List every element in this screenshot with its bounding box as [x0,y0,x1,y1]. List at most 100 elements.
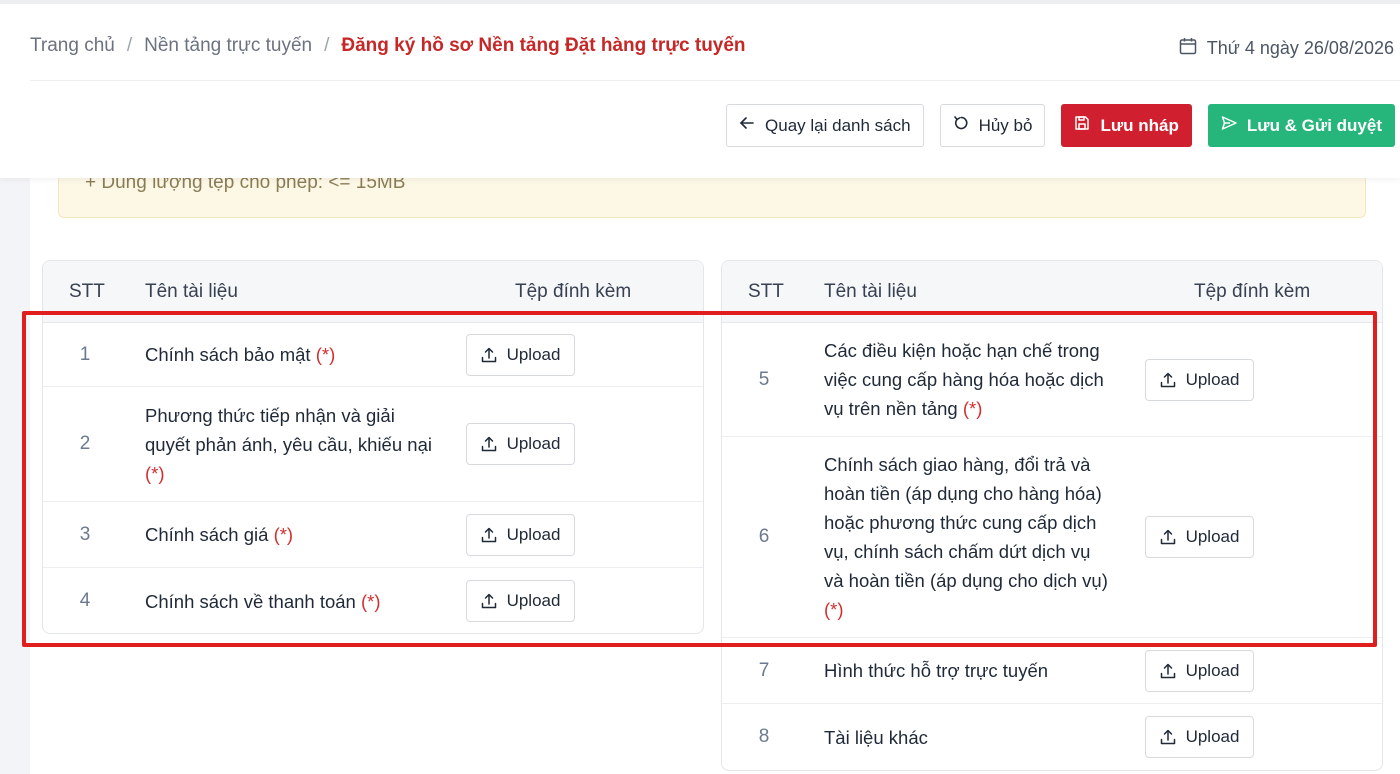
header-attachment: Tệp đính kèm [515,281,632,302]
arrow-left-icon [739,115,755,136]
upload-button[interactable]: Upload [466,423,575,465]
row-stt: 4 [79,590,91,611]
upload-label: Upload [506,434,561,453]
doc-name-text: Hình thức hỗ trợ trực tuyến [824,656,1048,685]
upload-icon [481,593,497,609]
table-row: 6 Chính sách giao hàng, đổi trả và hoàn … [722,437,1382,638]
upload-button[interactable]: Upload [1145,359,1254,401]
required-marker: (*) [962,398,983,419]
header-divider [30,80,1400,81]
doc-name-label: Phương thức tiếp nhận và giải quyết phản… [145,404,432,455]
row-stt: 8 [758,726,770,747]
row-doc-name: Hình thức hỗ trợ trực tuyến [824,638,1114,703]
calendar-icon [1179,37,1197,60]
table-row: 1 Chính sách bảo mật (*) Upload [43,323,703,387]
table-row: 8 Tài liệu khác Upload [722,704,1382,770]
back-to-list-button[interactable]: Quay lại danh sách [726,104,924,147]
upload-icon [1160,729,1176,745]
upload-label: Upload [1185,370,1240,389]
cancel-button[interactable]: Hủy bỏ [939,104,1046,147]
upload-icon [1160,372,1176,388]
page-title: Đăng ký hồ sơ Nền tảng Đặt hàng trực tuy… [341,35,746,56]
upload-label: Upload [1185,661,1240,680]
breadcrumb-section[interactable]: Nền tảng trực tuyến [144,35,312,57]
doc-name-text: Chính sách bảo mật (*) [145,340,335,369]
upload-button[interactable]: Upload [1145,650,1254,692]
header-name: Tên tài liệu [145,281,238,302]
documents-table-left: STT Tên tài liệu Tệp đính kèm 1 Chính sá… [42,260,704,634]
breadcrumb-separator: / [126,35,133,56]
page-header: Trang chủ / Nền tảng trực tuyến / Đăng k… [0,0,1400,178]
row-doc-name: Tài liệu khác [824,704,1114,770]
send-icon [1221,115,1237,136]
upload-icon [481,436,497,452]
required-marker: (*) [824,599,844,620]
row-doc-name: Các điều kiện hoặc hạn chế trong việc cu… [824,323,1114,436]
breadcrumb-home[interactable]: Trang chủ [30,35,115,57]
documents-table-right: STT Tên tài liệu Tệp đính kèm 5 Các điều… [721,260,1383,771]
doc-name-text: Chính sách giao hàng, đổi trả và hoàn ti… [824,450,1114,624]
current-date: Thứ 4 ngày 26/08/2026 [1179,37,1394,60]
table-row: 2 Phương thức tiếp nhận và giải quyết ph… [43,387,703,502]
row-doc-name: Phương thức tiếp nhận và giải quyết phản… [145,387,435,501]
row-stt: 6 [758,526,770,547]
doc-name-text: Các điều kiện hoặc hạn chế trong việc cu… [824,336,1114,423]
table-row: 4 Chính sách về thanh toán (*) Upload [43,568,703,634]
doc-name-text: Phương thức tiếp nhận và giải quyết phản… [145,401,435,488]
upload-button[interactable]: Upload [466,514,575,556]
table-header: STT Tên tài liệu Tệp đính kèm [722,261,1382,323]
table-row: 3 Chính sách giá (*) Upload [43,502,703,568]
doc-name-label: Chính sách giao hàng, đổi trả và hoàn ti… [824,454,1108,591]
save-submit-label: Lưu & Gửi duyệt [1246,115,1382,135]
table-row: 5 Các điều kiện hoặc hạn chế trong việc … [722,323,1382,437]
row-stt: 7 [758,659,770,681]
date-text: Thứ 4 ngày 26/08/2026 [1206,38,1394,58]
header-stt: STT [69,281,105,302]
action-bar: Quay lại danh sách Hủy bỏ Lưu nháp Lưu &… [726,104,1395,147]
cancel-label: Hủy bỏ [978,115,1033,135]
row-doc-name: Chính sách giá (*) [145,502,435,567]
upload-label: Upload [506,591,561,610]
doc-name-label: Hình thức hỗ trợ trực tuyến [824,660,1049,681]
back-to-list-label: Quay lại danh sách [765,115,911,135]
row-doc-name: Chính sách về thanh toán (*) [145,568,435,634]
upload-label: Upload [1185,527,1240,546]
required-marker: (*) [145,462,165,484]
doc-name-text: Chính sách giá (*) [145,520,293,549]
doc-name-text: Tài liệu khác [824,723,928,752]
upload-icon [481,347,497,363]
breadcrumb-separator: / [324,35,330,56]
undo-icon [953,115,969,136]
doc-name-label: Chính sách bảo mật [145,344,311,365]
save-draft-button[interactable]: Lưu nháp [1061,104,1192,147]
doc-name-label: Chính sách giá [145,524,269,545]
header-stt: STT [748,281,784,302]
required-marker: (*) [315,344,336,365]
breadcrumb: Trang chủ / Nền tảng trực tuyến / Đăng k… [30,35,746,57]
upload-button[interactable]: Upload [466,580,575,622]
row-stt: 1 [79,343,91,365]
row-stt: 5 [758,368,770,390]
row-stt: 2 [79,433,91,454]
document-section: + Dung lượng tệp cho phép: <= 15MB STT T… [30,150,1400,774]
upload-label: Upload [506,525,561,544]
upload-icon [481,527,497,543]
save-icon [1074,115,1090,136]
row-stt: 3 [79,523,91,545]
header-attachment: Tệp đính kèm [1194,281,1311,302]
save-draft-label: Lưu nháp [1100,115,1179,135]
table-header: STT Tên tài liệu Tệp đính kèm [43,261,703,323]
doc-name-label: Chính sách về thanh toán [145,590,356,612]
upload-icon [1160,663,1176,679]
upload-button[interactable]: Upload [1145,716,1254,758]
upload-icon [1160,529,1176,545]
upload-button[interactable]: Upload [466,334,575,376]
upload-button[interactable]: Upload [1145,516,1254,558]
doc-name-text: Chính sách về thanh toán (*) [145,587,381,616]
header-name: Tên tài liệu [824,281,917,302]
required-marker: (*) [273,524,294,545]
doc-name-label: Tài liệu khác [824,726,928,748]
required-marker: (*) [361,590,381,612]
save-submit-button[interactable]: Lưu & Gửi duyệt [1207,104,1395,147]
row-doc-name: Chính sách giao hàng, đổi trả và hoàn ti… [824,437,1114,637]
